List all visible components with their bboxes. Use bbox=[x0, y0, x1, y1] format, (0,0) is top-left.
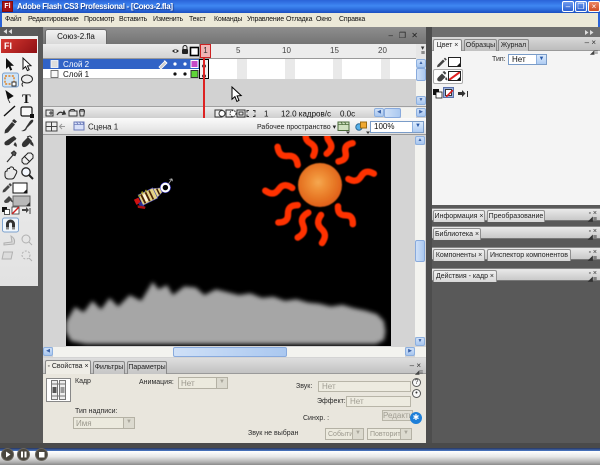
svg-text:T: T bbox=[22, 91, 31, 106]
svg-text:Сцена 1: Сцена 1 bbox=[88, 123, 119, 132]
svg-text:Рабочее пространство ▾: Рабочее пространство ▾ bbox=[257, 123, 337, 131]
